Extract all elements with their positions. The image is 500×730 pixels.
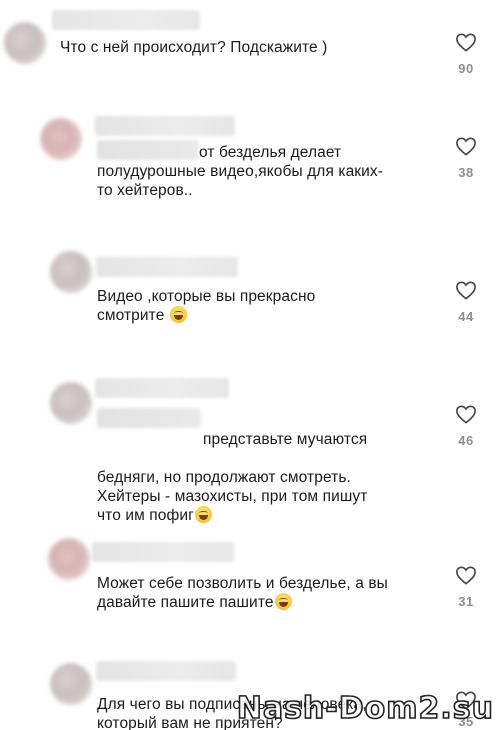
comment-item: Видео ,которые вы прекрасно смотрите 44 — [0, 245, 500, 345]
comment-text: представьте мучаются бедняги, но продолж… — [97, 411, 367, 544]
face-with-tears-of-joy-icon — [194, 506, 212, 523]
like-count: 31 — [458, 594, 474, 609]
like-count: 38 — [458, 165, 474, 180]
avatar[interactable] — [48, 538, 90, 580]
like-count: 90 — [458, 61, 474, 76]
heart-outline-icon[interactable] — [455, 280, 477, 300]
comment-item: представьте мучаются бедняги, но продолж… — [0, 370, 500, 524]
like-control[interactable]: 90 — [453, 32, 479, 76]
username-blurred[interactable] — [95, 378, 229, 398]
like-count: 44 — [458, 309, 474, 324]
heart-outline-icon[interactable] — [455, 404, 477, 424]
heart-outline-icon[interactable] — [455, 32, 477, 52]
comment-text-content: Может себе позволить и безделье, а вы да… — [97, 575, 388, 611]
comment-item: Может себе позволить и безделье, а вы да… — [0, 530, 500, 640]
like-control[interactable]: 44 — [453, 280, 479, 324]
comment-text-rest: бедняги, но продолжают смотреть. Хейтеры… — [97, 468, 367, 525]
comment-text-content: бедняги, но продолжают смотреть. Хейтеры… — [97, 469, 368, 524]
username-blurred[interactable] — [52, 10, 200, 30]
comment-text-content: Видео ,которые вы прекрасно смотрите — [97, 288, 316, 324]
heart-outline-icon[interactable] — [455, 565, 477, 585]
heart-outline-icon[interactable] — [455, 136, 477, 156]
face-with-tears-of-joy-icon — [169, 306, 187, 323]
watermark: Nash-Dom2.su — [236, 690, 494, 727]
comment-item: Что с ней происходит? Подскажите ) 90 — [0, 0, 500, 95]
comment-text: Видео ,которые вы прекрасно смотрите — [97, 287, 315, 325]
comment-item: от безделья делает полудурошные видео,як… — [0, 100, 500, 220]
avatar[interactable] — [50, 251, 92, 293]
like-control[interactable]: 31 — [453, 565, 479, 609]
face-with-tears-of-joy-icon — [274, 593, 292, 610]
comment-text-line1: представьте мучаются — [203, 431, 368, 448]
avatar[interactable] — [50, 663, 92, 705]
like-count: 46 — [458, 433, 474, 448]
username-blurred[interactable] — [96, 661, 236, 681]
avatar[interactable] — [4, 22, 46, 64]
like-control[interactable]: 46 — [453, 404, 479, 448]
username-blurred[interactable] — [92, 542, 234, 562]
comment-text: от безделья делает полудурошные видео,як… — [97, 144, 384, 199]
username-blurred[interactable] — [96, 257, 238, 277]
comment-text: Может себе позволить и безделье, а вы да… — [97, 574, 388, 612]
comment-text: Что с ней происходит? Подскажите ) — [60, 39, 328, 56]
avatar[interactable] — [50, 382, 92, 424]
avatar[interactable] — [40, 118, 82, 160]
username-blurred[interactable] — [95, 116, 235, 136]
like-control[interactable]: 38 — [453, 136, 479, 180]
